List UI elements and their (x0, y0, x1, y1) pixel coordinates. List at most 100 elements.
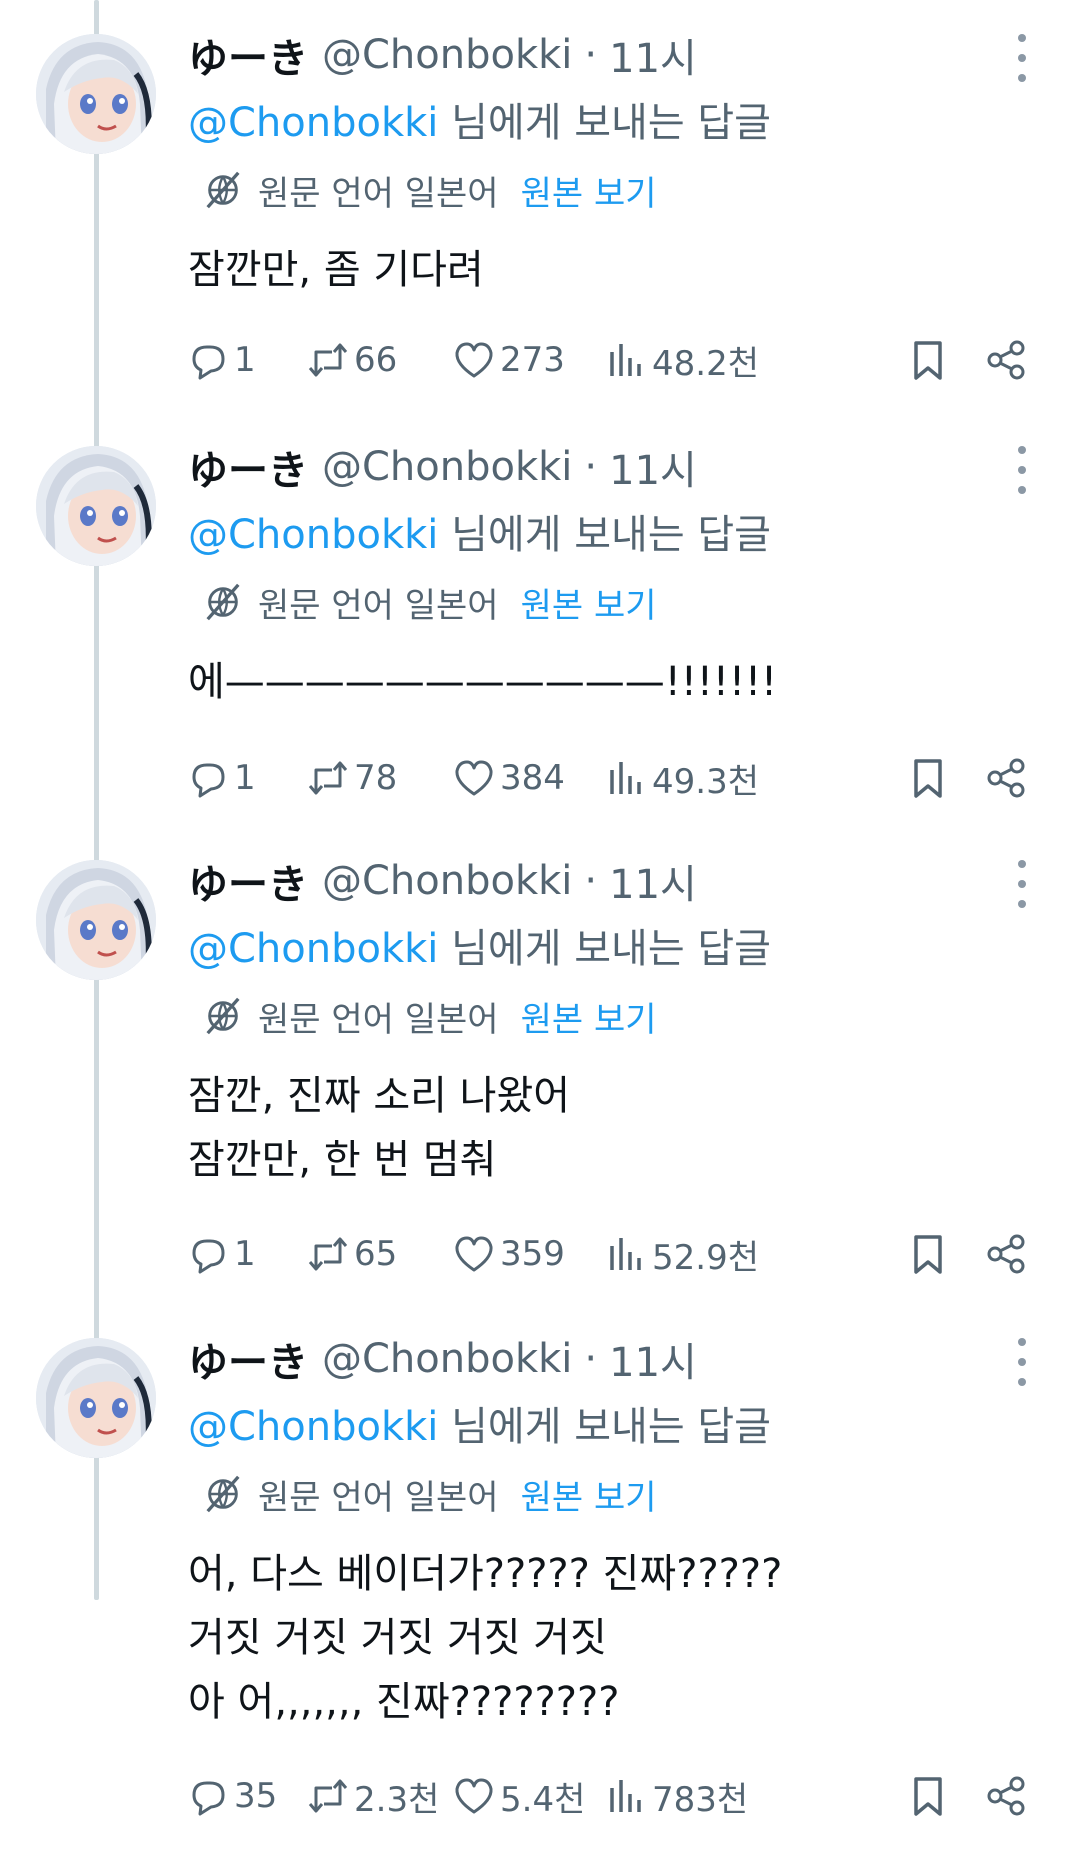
reply-button[interactable]: 1 (186, 330, 256, 390)
bookmark-button[interactable] (906, 756, 950, 800)
tweet-text-line: 어, 다스 베이더가????? 진짜????? (188, 1551, 783, 1597)
reply-mention-link[interactable]: @Chonbokki (188, 512, 438, 558)
reply-button[interactable]: 1 (186, 748, 256, 808)
views-button[interactable]: 49.3천 (604, 748, 759, 808)
retweet-arrows-icon (308, 343, 348, 377)
bookmark-button[interactable] (906, 1232, 950, 1276)
timestamp[interactable]: 11시 (609, 438, 697, 496)
share-icon (987, 340, 1025, 380)
translation-notice: 원문 언어 일본어 원본 보기 (202, 164, 657, 216)
bar-chart-icon (610, 762, 641, 794)
like-count: 5.4천 (500, 1779, 586, 1820)
timestamp[interactable]: 11시 (609, 26, 697, 84)
translate-icon (206, 171, 240, 209)
reply-mention-link[interactable]: @Chonbokki (188, 100, 438, 146)
user-handle[interactable]: @Chonbokki (322, 1336, 572, 1382)
avatar-image (36, 446, 156, 566)
heart-icon (455, 342, 493, 378)
reply-count: 1 (234, 758, 256, 798)
more-dots-icon[interactable] (1008, 446, 1036, 494)
avatar[interactable] (36, 860, 156, 980)
reply-button[interactable]: 1 (186, 1224, 256, 1284)
display-name[interactable]: ゆーき (188, 1330, 308, 1388)
like-button[interactable]: 273 (452, 330, 565, 390)
reply-count: 1 (234, 1234, 256, 1274)
reply-count: 1 (234, 340, 256, 380)
display-name[interactable]: ゆーき (188, 852, 308, 910)
more-dots-icon[interactable] (1008, 860, 1036, 908)
share-button[interactable] (984, 1232, 1028, 1276)
tweet-header: ゆーき @Chonbokki · 11시 (188, 438, 697, 496)
more-dots-icon[interactable] (1008, 34, 1036, 82)
translation-notice: 원문 언어 일본어 원본 보기 (202, 576, 657, 628)
share-button[interactable] (984, 756, 1028, 800)
speech-bubble-icon (192, 345, 225, 380)
retweet-button[interactable]: 2.3천 (306, 1766, 439, 1826)
replying-to: @Chonbokki 님에게 보내는 답글 (188, 502, 771, 560)
views-button[interactable]: 783천 (604, 1766, 748, 1826)
translate-icon (206, 997, 240, 1035)
share-icon (987, 758, 1025, 798)
replying-to-label: 님에게 보내는 답글 (438, 1404, 771, 1450)
tweet-header: ゆーき @Chonbokki · 11시 (188, 1330, 697, 1388)
tweet-actions: 1 65 359 52.9천 (188, 1224, 1038, 1284)
reply-button[interactable]: 35 (186, 1766, 277, 1826)
views-button[interactable]: 52.9천 (604, 1224, 759, 1284)
replying-to: @Chonbokki 님에게 보내는 답글 (188, 916, 771, 974)
retweet-button[interactable]: 65 (306, 1224, 397, 1284)
more-dots-icon[interactable] (1008, 1338, 1036, 1386)
retweet-count: 78 (354, 758, 398, 798)
like-button[interactable]: 359 (452, 1224, 565, 1284)
translation-label: 원문 언어 일본어 (258, 173, 499, 214)
reply-mention-link[interactable]: @Chonbokki (188, 1404, 438, 1450)
like-button[interactable]: 384 (452, 748, 565, 808)
timestamp[interactable]: 11시 (609, 852, 697, 910)
views-button[interactable]: 48.2천 (604, 330, 759, 390)
replying-to-label: 님에게 보내는 답글 (438, 512, 771, 558)
bar-chart-icon (610, 1780, 641, 1812)
reply-mention-link[interactable]: @Chonbokki (188, 926, 438, 972)
bookmark-button[interactable] (906, 338, 950, 382)
show-original-link[interactable]: 원본 보기 (521, 1470, 657, 1519)
bookmark-button[interactable] (906, 1774, 950, 1818)
tweet-text: 어, 다스 베이더가????? 진짜????? 거짓 거짓 거짓 거짓 거짓 아 어… (188, 1542, 782, 1734)
translation-label: 원문 언어 일본어 (258, 585, 499, 626)
share-button[interactable] (984, 338, 1028, 382)
tweet-text-line: 잠깐만, 좀 기다려 (188, 247, 484, 293)
display-name[interactable]: ゆーき (188, 438, 308, 496)
separator-dot: · (584, 444, 598, 490)
show-original-link[interactable]: 원본 보기 (521, 992, 657, 1041)
user-handle[interactable]: @Chonbokki (322, 444, 572, 490)
retweet-arrows-icon (308, 761, 348, 795)
show-original-link[interactable]: 원본 보기 (521, 578, 657, 627)
retweet-button[interactable]: 66 (306, 330, 397, 390)
translation-label: 원문 언어 일본어 (258, 999, 499, 1040)
share-button[interactable] (984, 1774, 1028, 1818)
avatar[interactable] (36, 446, 156, 566)
timestamp[interactable]: 11시 (609, 1330, 697, 1388)
retweet-count: 65 (354, 1234, 398, 1274)
bookmark-icon (914, 1235, 942, 1274)
retweet-arrows-icon (308, 1237, 348, 1271)
retweet-button[interactable]: 78 (306, 748, 397, 808)
show-original-link[interactable]: 원본 보기 (521, 166, 657, 215)
translate-icon (206, 1475, 240, 1513)
translate-icon (206, 583, 240, 621)
views-count: 48.2천 (652, 343, 759, 384)
user-handle[interactable]: @Chonbokki (322, 858, 572, 904)
avatar-image (36, 34, 156, 154)
tweet-actions: 1 78 384 49.3천 (188, 748, 1038, 808)
retweet-arrows-icon (308, 1779, 348, 1813)
avatar[interactable] (36, 1338, 156, 1458)
bar-chart-icon (610, 1238, 641, 1270)
like-button[interactable]: 5.4천 (452, 1766, 585, 1826)
tweet-text-line: 아 어,,,,,,, 진짜???????? (188, 1679, 620, 1725)
display-name[interactable]: ゆーき (188, 26, 308, 84)
user-handle[interactable]: @Chonbokki (322, 32, 572, 78)
separator-dot: · (584, 32, 598, 78)
avatar[interactable] (36, 34, 156, 154)
like-count: 359 (500, 1234, 565, 1274)
tweet-text: 잠깐, 진짜 소리 나왔어 잠깐만, 한 번 멈춰 (188, 1064, 570, 1192)
speech-bubble-icon (192, 1239, 225, 1274)
replying-to-label: 님에게 보내는 답글 (438, 100, 771, 146)
